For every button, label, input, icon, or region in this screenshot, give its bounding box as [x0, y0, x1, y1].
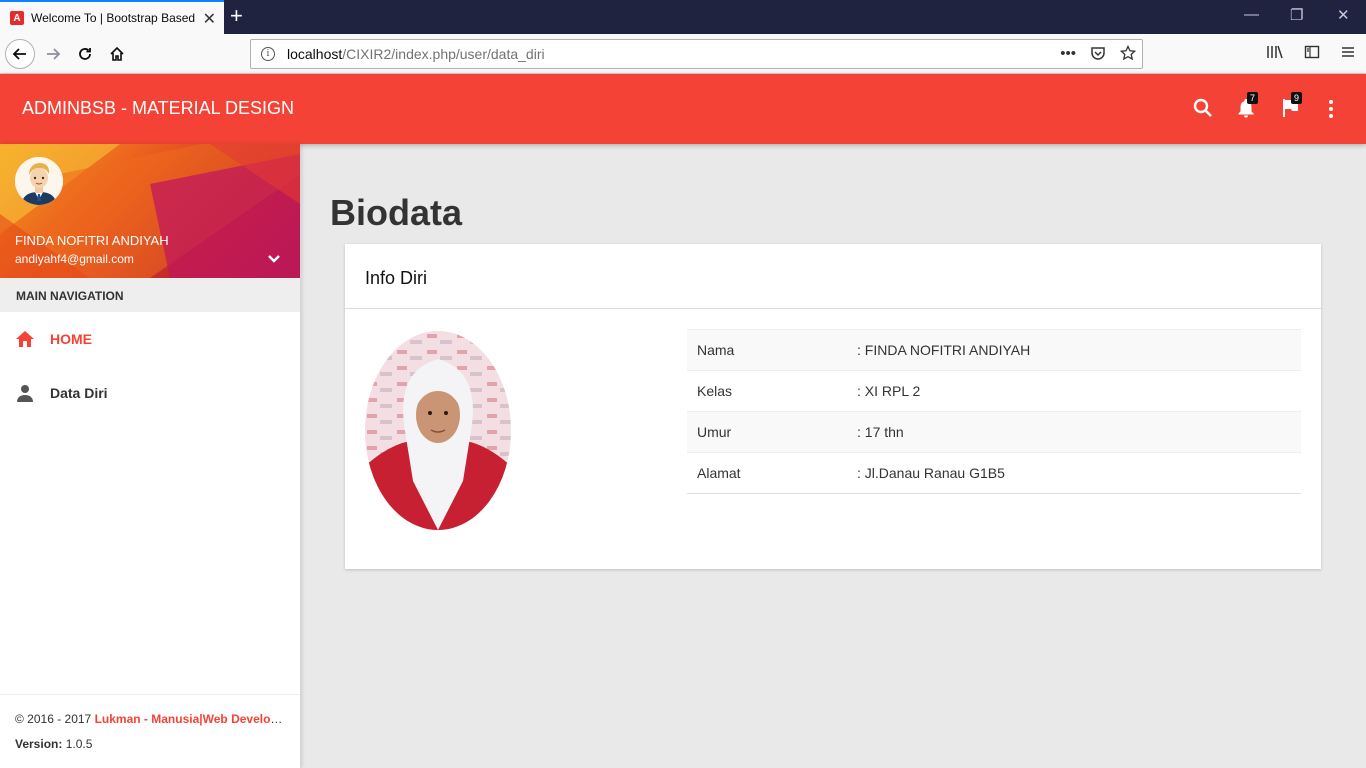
user-name: FINDA NOFITRI ANDIYAH — [15, 233, 169, 248]
restore-window-button[interactable]: ❐ — [1290, 6, 1303, 24]
chevron-down-icon — [268, 255, 280, 263]
table-row: Kelas : XI RPL 2 — [687, 370, 1301, 412]
home-page-button[interactable] — [102, 39, 132, 69]
favicon-icon: A — [10, 11, 24, 25]
field-value: : Jl.Danau Ranau G1B5 — [847, 452, 1301, 494]
copyright-text: © 2016 - 2017 Lukman - Manusia|Web Devel… — [15, 712, 285, 726]
app-header: ADMINBSB - MATERIAL DESIGN 7 9 — [0, 74, 1366, 144]
biodata-table: Nama : FINDA NOFITRI ANDIYAH Kelas : XI … — [687, 329, 1301, 494]
more-options-button[interactable] — [1328, 98, 1334, 123]
sidebar-footer: © 2016 - 2017 Lukman - Manusia|Web Devel… — [0, 694, 300, 768]
field-value: : XI RPL 2 — [847, 370, 1301, 412]
url-text: localhost/CIXIR2/index.php/user/data_dir… — [287, 46, 545, 62]
user-email: andiyahf4@gmail.com — [15, 252, 134, 266]
notifications-count-badge: 7 — [1247, 92, 1259, 104]
minimize-window-button[interactable]: — — [1244, 6, 1259, 23]
close-window-button[interactable]: ✕ — [1337, 6, 1350, 24]
tasks-count-badge: 9 — [1291, 92, 1303, 104]
reload-icon — [79, 48, 91, 60]
table-row: Alamat : Jl.Danau Ranau G1B5 — [687, 452, 1301, 494]
user-info-panel: FINDA NOFITRI ANDIYAH andiyahf4@gmail.co… — [0, 144, 300, 278]
reload-button[interactable] — [70, 39, 100, 69]
menu-header: MAIN NAVIGATION — [0, 278, 300, 312]
field-value: : 17 thn — [847, 411, 1301, 453]
table-row: Umur : 17 thn — [687, 411, 1301, 453]
field-label: Nama — [687, 329, 847, 371]
card-title: Info Diri — [345, 244, 1321, 309]
tasks-button[interactable]: 9 — [1281, 92, 1303, 123]
arrow-left-icon — [12, 48, 26, 60]
browser-tab-strip: A Welcome To | Bootstrap Based ✕ + — ❐ ✕ — [0, 0, 1366, 34]
new-tab-button[interactable]: + — [230, 3, 243, 29]
sidebar-item-label: HOME — [50, 331, 92, 347]
tab-title: Welcome To | Bootstrap Based — [31, 11, 195, 25]
page-title: Biodata — [330, 192, 463, 233]
copyright-prefix: © 2016 - 2017 — [15, 712, 95, 726]
version-text: Version: 1.0.5 — [15, 737, 285, 751]
person-icon — [17, 385, 33, 402]
profile-photo — [365, 331, 511, 530]
url-path: /CIXIR2/index.php/user/data_diri — [342, 46, 545, 62]
house-icon — [110, 46, 124, 61]
url-host: localhost — [287, 46, 343, 62]
forward-button[interactable] — [38, 39, 68, 69]
close-tab-icon[interactable]: ✕ — [203, 9, 216, 29]
arrow-right-icon — [47, 48, 61, 60]
avatar-icon — [15, 157, 63, 205]
brand-title[interactable]: ADMINBSB - MATERIAL DESIGN — [22, 98, 294, 119]
search-icon — [1193, 98, 1212, 117]
site-info-icon[interactable]: i — [261, 47, 275, 61]
version-value: 1.0.5 — [62, 737, 93, 751]
library-icon[interactable] — [1266, 44, 1284, 60]
copyright-link[interactable]: Lukman - Manusia|Web Developer — [95, 712, 285, 726]
browser-toolbar: i localhost/CIXIR2/index.php/user/data_d… — [0, 34, 1366, 74]
sidebar-item-home[interactable]: HOME — [0, 312, 300, 366]
sidebar-toggle-icon[interactable] — [1304, 44, 1320, 60]
pocket-icon[interactable] — [1090, 45, 1106, 61]
user-avatar[interactable] — [15, 157, 63, 205]
sidebar-item-data-diri[interactable]: Data Diri — [0, 366, 300, 420]
sidebar-item-label: Data Diri — [50, 385, 108, 401]
bookmark-star-icon[interactable] — [1120, 45, 1136, 61]
home-icon — [16, 331, 34, 347]
field-value: : FINDA NOFITRI ANDIYAH — [847, 329, 1301, 371]
hamburger-menu-icon[interactable] — [1340, 44, 1356, 60]
left-sidebar: FINDA NOFITRI ANDIYAH andiyahf4@gmail.co… — [0, 144, 300, 768]
back-button[interactable] — [5, 39, 35, 69]
field-label: Alamat — [687, 452, 847, 494]
search-button[interactable] — [1193, 98, 1213, 123]
browser-tab[interactable]: A Welcome To | Bootstrap Based ✕ — [0, 0, 224, 34]
more-vert-icon — [1329, 100, 1333, 118]
info-card: Info Diri Nama : FINDA NOFITRI ANDIYAH K… — [345, 244, 1321, 569]
field-label: Umur — [687, 411, 847, 453]
address-bar[interactable]: i localhost/CIXIR2/index.php/user/data_d… — [250, 39, 1143, 69]
user-menu-button[interactable] — [266, 252, 282, 270]
page-actions-icon[interactable]: ••• — [1060, 45, 1076, 62]
table-row: Nama : FINDA NOFITRI ANDIYAH — [687, 329, 1301, 371]
notifications-button[interactable]: 7 — [1237, 92, 1259, 123]
version-label: Version: — [15, 737, 63, 751]
field-label: Kelas — [687, 370, 847, 412]
